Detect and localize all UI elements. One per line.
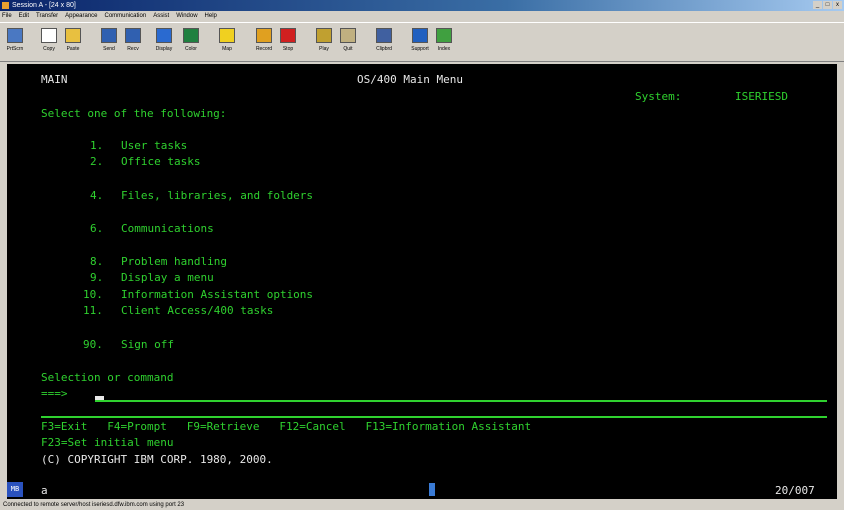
oia-status-line: MB a 20/007 bbox=[7, 481, 837, 499]
terminal-screen[interactable]: MAIN OS/400 Main Menu System: ISERIESD S… bbox=[7, 64, 837, 481]
menu-window[interactable]: Window bbox=[176, 11, 197, 21]
menu-file[interactable]: File bbox=[2, 11, 12, 21]
toolbar-button-paste[interactable]: Paste bbox=[62, 26, 84, 59]
menu-appearance[interactable]: Appearance bbox=[65, 11, 97, 21]
toolbar-button-label: Record bbox=[255, 46, 273, 52]
toolbar-button-clipbrd[interactable]: Clipbrd bbox=[373, 26, 395, 59]
play-icon bbox=[316, 28, 332, 43]
cursor-position: 20/007 bbox=[775, 484, 815, 497]
toolbar-button-label: Map bbox=[222, 46, 232, 52]
option-number: 1. bbox=[90, 139, 104, 152]
stop-icon bbox=[280, 28, 296, 43]
option-number: 8. bbox=[90, 255, 104, 268]
toolbar-button-label: Index bbox=[437, 46, 451, 52]
menu-communication[interactable]: Communication bbox=[105, 11, 147, 21]
function-keys-line-2[interactable]: F23=Set initial menu bbox=[41, 436, 173, 449]
copy-icon bbox=[41, 28, 57, 43]
option-number: 10. bbox=[83, 288, 103, 301]
option-number: 4. bbox=[90, 189, 104, 202]
toolbar-button-label: Clipbrd bbox=[376, 46, 392, 52]
toolbar-button-label: Paste bbox=[66, 46, 80, 52]
menu-transfer[interactable]: Transfer bbox=[36, 11, 58, 21]
toolbar-button-label: Color bbox=[185, 46, 197, 52]
option-user-tasks[interactable]: User tasks bbox=[121, 139, 187, 152]
function-keys-line-1[interactable]: F3=Exit F4=Prompt F9=Retrieve F12=Cancel… bbox=[41, 420, 531, 433]
input-inhibited-icon bbox=[429, 483, 435, 496]
toolbar-button-color[interactable]: Color bbox=[180, 26, 202, 59]
screen-heading: OS/400 Main Menu bbox=[357, 73, 463, 86]
system-name: ISERIESD bbox=[735, 90, 788, 103]
toolbar-button-label: Display bbox=[155, 46, 173, 52]
print-screen-icon bbox=[7, 28, 23, 43]
toolbar-button-label: Stop bbox=[282, 46, 294, 52]
toolbar-button-send[interactable]: Send bbox=[98, 26, 120, 59]
toolbar-button-stop[interactable]: Stop bbox=[277, 26, 299, 59]
send-icon bbox=[101, 28, 117, 43]
instruction-text: Select one of the following: bbox=[41, 107, 227, 120]
option-number: 9. bbox=[90, 271, 104, 284]
title-bar: Session A - [24 x 80] _ □ x bbox=[0, 0, 844, 11]
option-files-libraries[interactable]: Files, libraries, and folders bbox=[121, 189, 313, 202]
record-icon bbox=[256, 28, 272, 43]
option-problem-handling[interactable]: Problem handling bbox=[121, 255, 227, 268]
quit-icon bbox=[340, 28, 356, 43]
prompt-arrow: ===> bbox=[41, 387, 68, 400]
minimize-button[interactable]: _ bbox=[813, 1, 822, 9]
message-waiting-indicator: MB bbox=[7, 482, 23, 497]
session-indicator: a bbox=[41, 484, 48, 497]
toolbar-button-play[interactable]: Play bbox=[313, 26, 335, 59]
menu-assist[interactable]: Assist bbox=[153, 11, 169, 21]
menu-edit[interactable]: Edit bbox=[19, 11, 29, 21]
toolbar-button-support[interactable]: Support bbox=[409, 26, 431, 59]
separator bbox=[41, 416, 827, 418]
app-icon bbox=[2, 2, 9, 9]
option-number: 6. bbox=[90, 222, 104, 235]
menu-bar: File Edit Transfer Appearance Communicat… bbox=[0, 11, 844, 21]
toolbar-button-label: Send bbox=[103, 46, 115, 52]
toolbar-button-label: Recv bbox=[127, 46, 139, 52]
system-label: System: bbox=[635, 90, 682, 103]
toolbar-button-label: Support bbox=[411, 46, 429, 52]
paste-icon bbox=[65, 28, 81, 43]
option-display-menu[interactable]: Display a menu bbox=[121, 271, 214, 284]
screen-id: MAIN bbox=[41, 73, 68, 86]
prompt-label: Selection or command bbox=[41, 371, 174, 384]
toolbar-button-display[interactable]: Display bbox=[153, 26, 175, 59]
index-icon bbox=[436, 28, 452, 43]
status-bar: Connected to remote server/host iseriesd… bbox=[3, 502, 185, 508]
support-icon bbox=[412, 28, 428, 43]
option-number: 2. bbox=[90, 155, 104, 168]
toolbar-button-prtscrn[interactable]: PrtScrn bbox=[4, 26, 26, 59]
option-communications[interactable]: Communications bbox=[121, 222, 214, 235]
toolbar-button-map[interactable]: Map bbox=[216, 26, 238, 59]
toolbar: PrtScrn Copy Paste Send Recv Display Color Map R… bbox=[0, 22, 844, 62]
command-input[interactable] bbox=[95, 400, 827, 402]
close-button[interactable]: x bbox=[833, 1, 842, 9]
window-title: Session A - [24 x 80] bbox=[12, 2, 76, 9]
window-controls: _ □ x bbox=[813, 1, 842, 9]
display-icon bbox=[156, 28, 172, 43]
option-info-assistant[interactable]: Information Assistant options bbox=[121, 288, 313, 301]
color-icon bbox=[183, 28, 199, 43]
toolbar-button-recv[interactable]: Recv bbox=[122, 26, 144, 59]
clipboard-icon bbox=[376, 28, 392, 43]
option-client-access[interactable]: Client Access/400 tasks bbox=[121, 304, 273, 317]
option-office-tasks[interactable]: Office tasks bbox=[121, 155, 200, 168]
toolbar-button-label: PrtScrn bbox=[6, 46, 24, 52]
maximize-button[interactable]: □ bbox=[823, 1, 832, 9]
toolbar-button-record[interactable]: Record bbox=[253, 26, 275, 59]
option-number: 11. bbox=[83, 304, 103, 317]
receive-icon bbox=[125, 28, 141, 43]
option-sign-off[interactable]: Sign off bbox=[121, 338, 174, 351]
toolbar-button-label: Quit bbox=[343, 46, 353, 52]
map-icon bbox=[219, 28, 235, 43]
toolbar-button-copy[interactable]: Copy bbox=[38, 26, 60, 59]
option-number: 90. bbox=[83, 338, 103, 351]
toolbar-button-quit[interactable]: Quit bbox=[337, 26, 359, 59]
toolbar-button-label: Copy bbox=[43, 46, 55, 52]
toolbar-button-label: Play bbox=[319, 46, 329, 52]
menu-help[interactable]: Help bbox=[205, 11, 217, 21]
toolbar-button-index[interactable]: Index bbox=[433, 26, 455, 59]
copyright-text: (C) COPYRIGHT IBM CORP. 1980, 2000. bbox=[41, 453, 273, 466]
